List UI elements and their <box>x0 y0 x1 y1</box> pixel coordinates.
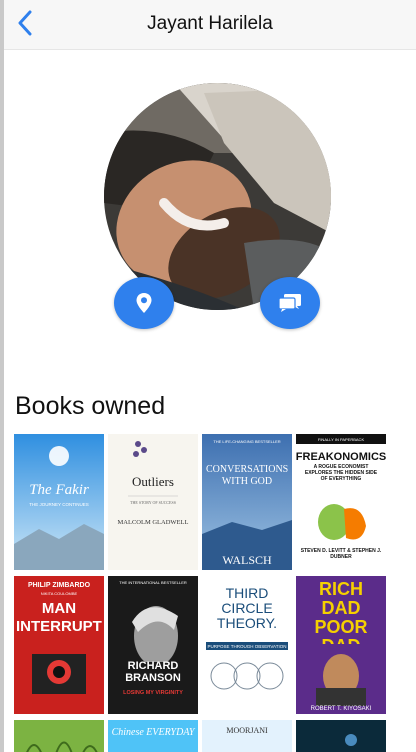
book-cover-conversations-with-god[interactable]: THE LIFE-CHANGING BESTSELLER CONVERSATIO… <box>202 434 292 570</box>
book-tagline-text: THE LIFE-CHANGING BESTSELLER <box>213 439 280 444</box>
book-cover-outliers[interactable]: Outliers THE STORY OF SUCCESS MALCOLM GL… <box>108 434 198 570</box>
book-title-text: The Fakir <box>29 482 89 498</box>
book-cover-partial-1[interactable] <box>14 720 104 752</box>
page-title: Jayant Harilela <box>147 13 273 34</box>
book-cover-man-interrupted[interactable]: PHILIP ZIMBARDO NIKITA COULOMBE MAN INTE… <box>14 576 104 714</box>
books-grid: The Fakir THE JOURNEY CONTINUES Outliers… <box>14 434 398 752</box>
book-cover-moorjani[interactable]: MOORJANI <box>202 720 292 752</box>
book-subtitle-text: THE STORY OF SUCCESS <box>130 500 176 505</box>
location-button[interactable] <box>114 277 174 329</box>
book-subtitle-text: LOSING MY VIRGINITY <box>123 690 183 696</box>
book-tagline-text: FINALLY IN PAPERBACK <box>318 437 365 442</box>
book-cover-freakonomics[interactable]: FINALLY IN PAPERBACK FREAKONOMICS A ROGU… <box>296 434 386 570</box>
book-author-text: WALSCH <box>222 553 272 567</box>
book-cover-richard-branson[interactable]: THE INTERNATIONAL BESTSELLER RICHARD BRA… <box>108 576 198 714</box>
book-title-text: THIRD CIRCLE THEORY. <box>216 586 278 631</box>
book-cover-chinese-everyday[interactable]: Chinese EVERYDAY <box>108 720 198 752</box>
books-section-title: Books owned <box>15 392 166 420</box>
top-bar: Jayant Harilela <box>4 0 416 50</box>
book-subtitle-text: PURPOSE THROUGH OBSERVATION <box>208 644 287 649</box>
book-author-text: MALCOLM GLADWELL <box>118 519 189 526</box>
chat-bubbles-icon <box>278 294 301 312</box>
book-title-text: Chinese EVERYDAY <box>112 727 196 738</box>
book-title-text: CONVERSATIONS WITH GOD <box>206 464 288 487</box>
book-title-text: FREAKONOMICS <box>296 451 386 463</box>
profile-avatar <box>104 83 331 310</box>
book-cover-the-fakir[interactable]: The Fakir THE JOURNEY CONTINUES <box>14 434 104 570</box>
book-tagline-text: THE INTERNATIONAL BESTSELLER <box>119 580 187 585</box>
book-title-text: RICHARD BRANSON <box>125 660 181 684</box>
book-subtitle-text: THE JOURNEY CONTINUES <box>29 502 88 507</box>
book-coauthor-text: NIKITA COULOMBE <box>41 591 78 596</box>
left-edge-divider <box>0 0 4 752</box>
book-author-text: STEVEN D. LEVITT & STEPHEN J. DUBNER <box>300 548 382 560</box>
book-cover-third-circle-theory[interactable]: THIRD CIRCLE THEORY. PURPOSE THROUGH OBS… <box>202 576 292 714</box>
book-title-text: MAN INTERRUPTED <box>16 600 102 635</box>
book-title-text: Outliers <box>132 474 174 489</box>
message-button[interactable] <box>260 277 320 329</box>
book-author-text: ROBERT T. KIYOSAKI <box>311 706 372 712</box>
book-cover-rich-dad-poor-dad[interactable]: RICH DAD POOR DAD ROBERT T. KIYOSAKI <box>296 576 386 714</box>
book-title-text: RICH DAD POOR DAD <box>314 580 368 644</box>
book-cover-partial-4[interactable] <box>296 720 386 752</box>
book-subtitle-text: A ROGUE ECONOMIST EXPLORES THE HIDDEN SI… <box>304 464 378 482</box>
location-pin-icon <box>136 293 152 313</box>
book-author-text: PHILIP ZIMBARDO <box>28 582 91 589</box>
book-author-text: MOORJANI <box>226 726 268 735</box>
